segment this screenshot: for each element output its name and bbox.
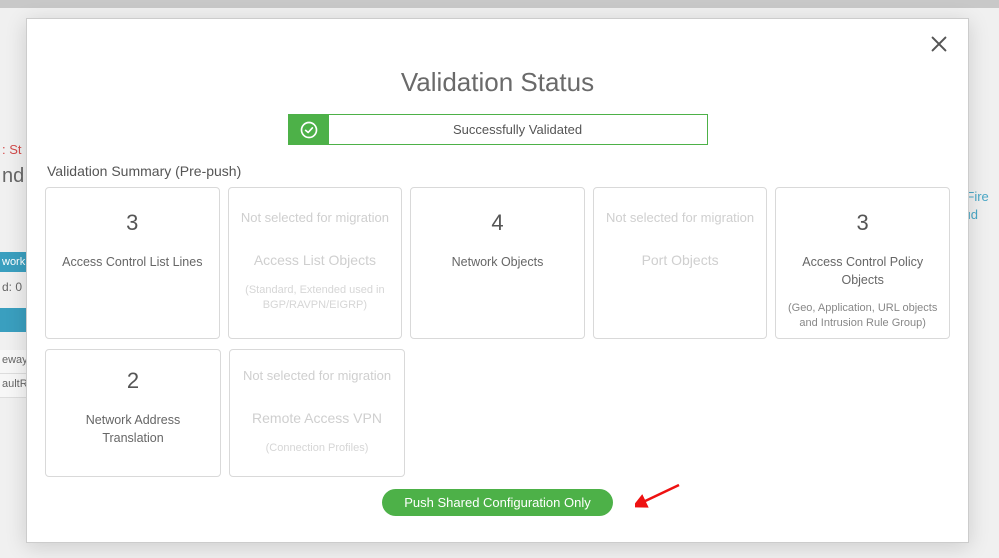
- card-count: 3: [126, 210, 138, 236]
- card-sub: (Standard, Extended used in BGP/RAVPN/EI…: [239, 283, 392, 314]
- card-sub: (Geo, Application, URL objects and Intru…: [786, 301, 939, 332]
- card-not-selected: Not selected for migration: [241, 210, 389, 225]
- card-label: Network Objects: [452, 254, 544, 272]
- card-label: Network Address Translation: [56, 412, 210, 447]
- success-banner: Successfully Validated: [288, 114, 708, 145]
- card-acp-objects: 3 Access Control Policy Objects (Geo, Ap…: [775, 187, 950, 339]
- summary-subtitle: Validation Summary (Pre-push): [47, 163, 950, 179]
- card-access-list-objects: Not selected for migration Access List O…: [228, 187, 403, 339]
- card-port-objects: Not selected for migration Port Objects: [593, 187, 768, 339]
- card-acl-lines: 3 Access Control List Lines: [45, 187, 220, 339]
- card-not-selected: Not selected for migration: [606, 210, 754, 225]
- card-label: Access Control Policy Objects: [786, 254, 939, 289]
- card-label: Access List Objects: [254, 251, 376, 271]
- annotation-arrow-icon: [635, 483, 681, 514]
- card-label: Access Control List Lines: [62, 254, 202, 272]
- validation-modal: Validation Status Successfully Validated…: [26, 18, 969, 543]
- card-nat: 2 Network Address Translation: [45, 349, 221, 477]
- card-network-objects: 4 Network Objects: [410, 187, 585, 339]
- card-sub: (Connection Profiles): [266, 441, 369, 456]
- check-circle-icon: [289, 115, 329, 144]
- close-icon: [928, 42, 950, 59]
- push-shared-config-button[interactable]: Push Shared Configuration Only: [382, 489, 612, 516]
- card-count: 3: [857, 210, 869, 236]
- card-not-selected: Not selected for migration: [243, 368, 391, 383]
- card-count: 4: [491, 210, 503, 236]
- modal-title: Validation Status: [45, 67, 950, 98]
- card-count: 2: [127, 368, 139, 394]
- card-label: Remote Access VPN: [252, 409, 382, 429]
- close-button[interactable]: [928, 33, 950, 60]
- card-remote-access-vpn: Not selected for migration Remote Access…: [229, 349, 405, 477]
- success-banner-text: Successfully Validated: [329, 115, 707, 144]
- card-label: Port Objects: [642, 251, 719, 271]
